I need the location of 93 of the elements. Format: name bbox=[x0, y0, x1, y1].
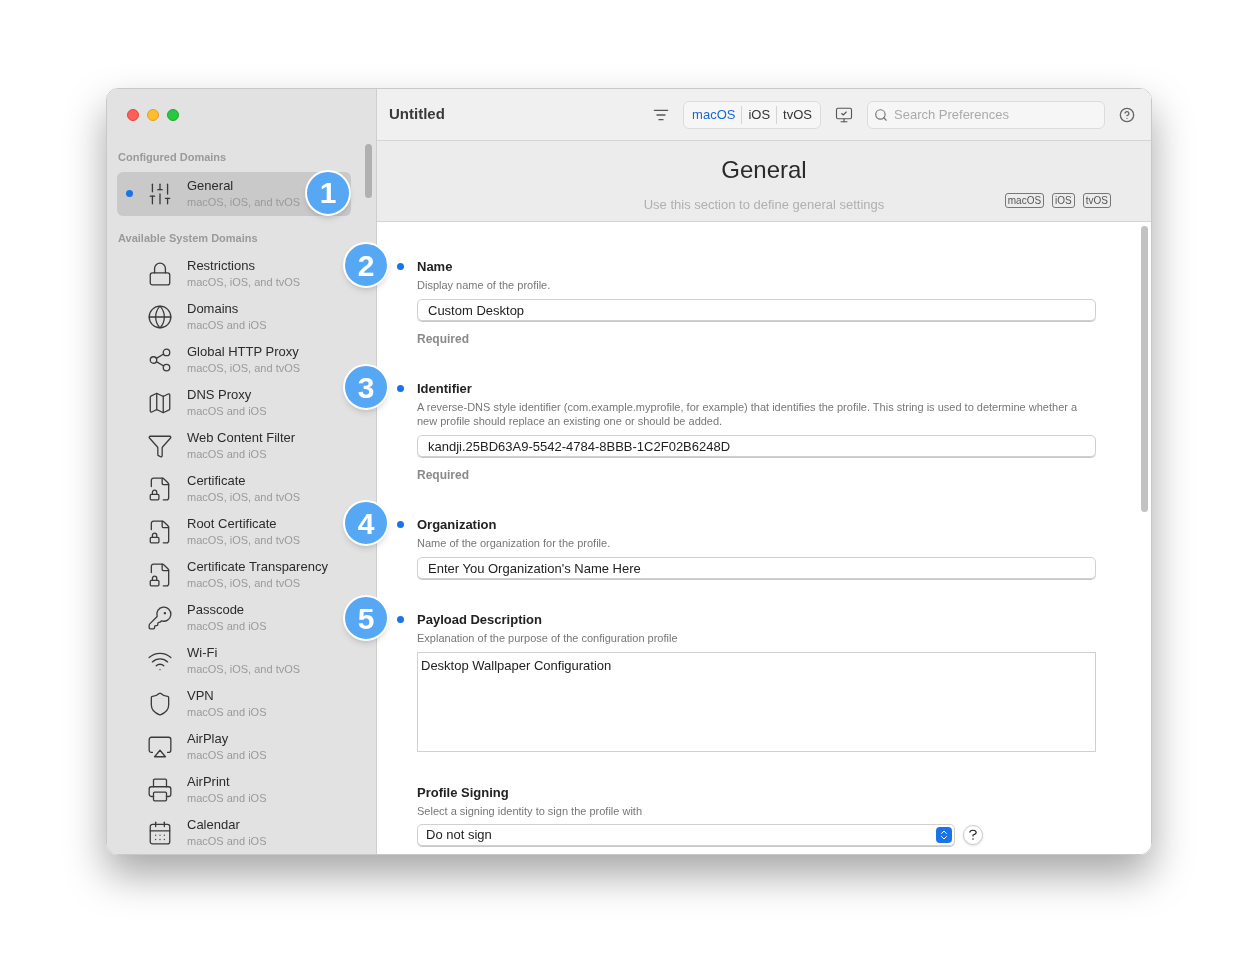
item-title: Root Certificate bbox=[187, 515, 278, 532]
field-description: Explanation of the purpose of the configuration profile bbox=[417, 631, 679, 645]
callout-badge: 4 bbox=[343, 500, 389, 546]
item-subtitle: macOS, iOS, and tvOS bbox=[187, 532, 301, 548]
help-icon[interactable] bbox=[1119, 106, 1135, 123]
sidebar-item[interactable]: Web Content Filter macOS and iOS bbox=[117, 424, 339, 467]
sidebar-item[interactable]: Global HTTP Proxy macOS, iOS, and tvOS bbox=[117, 338, 339, 381]
text-field[interactable]: Custom Desktop bbox=[417, 299, 1096, 321]
field-label: Profile Signing bbox=[417, 786, 510, 800]
item-title: Global HTTP Proxy bbox=[187, 343, 300, 360]
callout-badge: 5 bbox=[343, 595, 389, 641]
item-title: Calendar bbox=[187, 816, 241, 833]
platform-tab[interactable]: macOS bbox=[686, 104, 742, 125]
platform-tab[interactable]: iOS bbox=[742, 104, 777, 125]
field-label: Identifier bbox=[417, 382, 473, 396]
question-icon bbox=[969, 829, 977, 841]
item-subtitle: macOS and iOS bbox=[187, 747, 267, 763]
section-title: General bbox=[721, 155, 807, 185]
sidebar-item[interactable]: Certificate Transparency macOS, iOS, and tvOS bbox=[117, 553, 339, 596]
item-subtitle: macOS, iOS, and tvOS bbox=[187, 661, 301, 677]
required-note: Required bbox=[417, 331, 470, 348]
item-title: Domains bbox=[187, 300, 240, 317]
sidebar-item[interactable]: Certificate macOS, iOS, and tvOS bbox=[117, 467, 339, 510]
platform-tab[interactable]: tvOS bbox=[777, 104, 818, 125]
item-title: Certificate Transparency bbox=[187, 558, 328, 575]
text-field[interactable]: Enter You Organization's Name Here bbox=[417, 557, 1096, 579]
minimize-window-button[interactable] bbox=[147, 109, 159, 121]
sidebar-item[interactable]: AirPlay macOS and iOS bbox=[117, 725, 339, 768]
scrollbar-thumb[interactable] bbox=[1141, 226, 1148, 512]
text-area[interactable]: Desktop Wallpaper Configuration bbox=[417, 652, 1096, 752]
item-subtitle: macOS and iOS bbox=[187, 618, 267, 634]
item-subtitle: macOS, iOS, and tvOS bbox=[187, 274, 301, 290]
item-title: AirPrint bbox=[187, 773, 231, 790]
item-title: General bbox=[187, 177, 235, 194]
item-title: VPN bbox=[187, 687, 215, 704]
sidebar-item[interactable]: Passcode macOS and iOS bbox=[117, 596, 339, 639]
sidebar-item[interactable]: Domains macOS and iOS bbox=[117, 295, 339, 338]
platform-tag: macOS bbox=[1004, 193, 1045, 208]
callout-badge: 3 bbox=[343, 364, 389, 410]
item-subtitle: macOS and iOS bbox=[187, 403, 267, 419]
globe-icon bbox=[147, 303, 173, 330]
sidebar-item[interactable]: AirPrint macOS and iOS bbox=[117, 768, 339, 811]
item-subtitle: macOS and iOS bbox=[187, 446, 268, 462]
sidebar-item[interactable]: Wi-Fi macOS, iOS, and tvOS bbox=[117, 639, 339, 682]
search-field[interactable]: Search Preferences bbox=[867, 100, 1105, 129]
section-subtitle: Use this section to define general settings bbox=[643, 196, 885, 214]
field-description: Select a signing identity to sign the profile with bbox=[417, 804, 644, 818]
section-heading: Available System Domains bbox=[117, 230, 259, 246]
required-note: Required bbox=[417, 467, 470, 484]
printer-icon bbox=[147, 776, 173, 803]
text-field[interactable]: kandji.25BD63A9-5542-4784-8BBB-1C2F02B6248D bbox=[417, 435, 1096, 457]
callout-badge: 2 bbox=[343, 242, 389, 288]
field-description: Name of the organization for the profile. bbox=[417, 536, 612, 550]
scrollbar-thumb[interactable] bbox=[365, 144, 372, 198]
key-icon bbox=[147, 604, 173, 631]
window-title: Untitled bbox=[389, 104, 445, 125]
item-subtitle: macOS, iOS, and tvOS bbox=[187, 489, 301, 505]
item-title: Certificate bbox=[187, 472, 247, 489]
display-icon[interactable] bbox=[835, 105, 853, 124]
select-field[interactable]: Do not sign bbox=[417, 824, 955, 846]
sidebar-item[interactable]: Root Certificate macOS, iOS, and tvOS bbox=[117, 510, 339, 553]
section-heading: Configured Domains bbox=[117, 150, 228, 165]
callout-badge: 1 bbox=[305, 169, 351, 216]
close-window-button[interactable] bbox=[127, 109, 139, 121]
item-subtitle: macOS and iOS bbox=[187, 790, 267, 806]
field-label: Payload Description bbox=[417, 613, 543, 627]
field-description: A reverse-DNS style identifier (com.example.myprofile, for example) that identifies the profile. This string is used to determine whether a new profile should replace an existing one or should be added. bbox=[417, 400, 1079, 428]
item-title: AirPlay bbox=[187, 730, 230, 747]
item-subtitle: macOS and iOS bbox=[187, 317, 267, 333]
item-subtitle: macOS, iOS, and tvOS bbox=[187, 575, 302, 591]
sidebar-item[interactable]: DNS Proxy macOS and iOS bbox=[117, 381, 339, 424]
chevrons-icon bbox=[936, 827, 952, 843]
calendar-icon bbox=[147, 819, 173, 846]
help-button[interactable] bbox=[963, 825, 983, 845]
item-title: Passcode bbox=[187, 601, 246, 618]
field-label: Organization bbox=[417, 518, 498, 532]
platform-tag: tvOS bbox=[1082, 193, 1111, 208]
padlock-icon bbox=[147, 260, 173, 287]
zoom-window-button[interactable] bbox=[167, 109, 179, 121]
field-label: Name bbox=[417, 260, 454, 274]
platform-tag: iOS bbox=[1052, 193, 1075, 208]
item-title: Web Content Filter bbox=[187, 429, 296, 446]
sidebar-item[interactable]: Calendar macOS and iOS bbox=[117, 811, 339, 854]
nodes-icon bbox=[147, 346, 173, 373]
item-title: Restrictions bbox=[187, 257, 256, 274]
sidebar-item[interactable]: VPN macOS and iOS bbox=[117, 682, 339, 725]
item-subtitle: macOS and iOS bbox=[187, 833, 267, 849]
item-subtitle: macOS and iOS bbox=[187, 704, 267, 720]
item-title: DNS Proxy bbox=[187, 386, 253, 403]
field-description: Display name of the profile. bbox=[417, 278, 552, 292]
item-subtitle: macOS, iOS, and tvOS bbox=[187, 360, 301, 376]
item-title: Wi-Fi bbox=[187, 644, 219, 661]
sidebar-item[interactable]: Restrictions macOS, iOS, and tvOS bbox=[117, 252, 339, 295]
